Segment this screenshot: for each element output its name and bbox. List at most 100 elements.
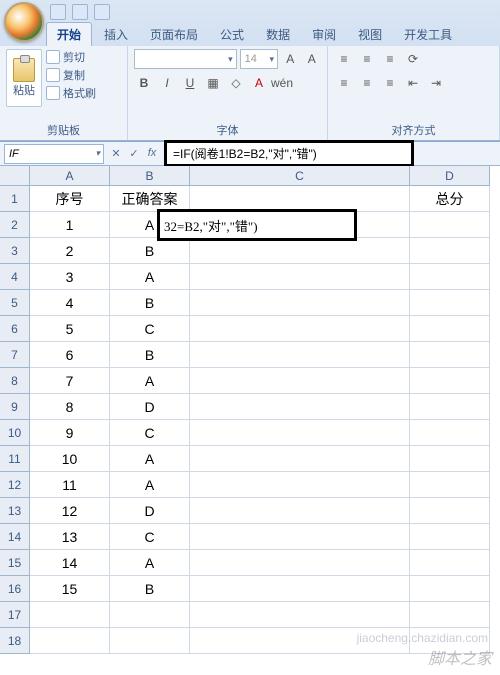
column-header[interactable]: B (110, 166, 190, 186)
column-header[interactable]: C (190, 166, 410, 186)
tab-开发工具[interactable]: 开发工具 (394, 23, 462, 46)
row-header[interactable]: 14 (0, 524, 30, 550)
font-size-select[interactable]: 14 (240, 49, 278, 69)
cell[interactable] (410, 394, 490, 420)
cell[interactable]: B (110, 576, 190, 602)
cell[interactable]: A (110, 368, 190, 394)
cell[interactable] (410, 212, 490, 238)
copy-button[interactable]: 复制 (46, 67, 96, 83)
enter-formula-button[interactable]: ✓ (126, 147, 142, 160)
cell[interactable]: 2 (30, 238, 110, 264)
cell[interactable] (410, 238, 490, 264)
cell[interactable]: 5 (30, 316, 110, 342)
tab-视图[interactable]: 视图 (348, 23, 392, 46)
cancel-formula-button[interactable]: ✕ (108, 147, 124, 160)
cell[interactable]: C (110, 420, 190, 446)
cell[interactable]: C (110, 524, 190, 550)
font-color-button[interactable]: A (249, 73, 269, 93)
cell[interactable] (190, 394, 410, 420)
cell[interactable]: A (110, 550, 190, 576)
cell[interactable] (410, 472, 490, 498)
cell[interactable] (190, 290, 410, 316)
row-header[interactable]: 4 (0, 264, 30, 290)
name-box[interactable]: IF (4, 144, 104, 164)
row-header[interactable]: 7 (0, 342, 30, 368)
cell[interactable] (410, 420, 490, 446)
cell[interactable] (410, 628, 490, 654)
row-header[interactable]: 2 (0, 212, 30, 238)
increase-indent-button[interactable]: ⇥ (426, 73, 446, 93)
cell[interactable] (110, 628, 190, 654)
cell[interactable]: A (110, 472, 190, 498)
tab-页面布局[interactable]: 页面布局 (140, 23, 208, 46)
save-icon[interactable] (50, 4, 66, 20)
cell[interactable]: 3 (30, 264, 110, 290)
fx-button[interactable]: fx (144, 147, 160, 160)
cell[interactable]: 9 (30, 420, 110, 446)
row-header[interactable]: 6 (0, 316, 30, 342)
phonetic-button[interactable]: wén (272, 73, 292, 93)
cell[interactable] (190, 420, 410, 446)
align-right-button[interactable]: ≡ (380, 73, 400, 93)
tab-插入[interactable]: 插入 (94, 23, 138, 46)
cell[interactable]: 4 (30, 290, 110, 316)
cell[interactable] (30, 628, 110, 654)
cell[interactable] (410, 342, 490, 368)
select-all-corner[interactable] (0, 166, 30, 186)
grow-font-button[interactable]: A (281, 49, 300, 69)
cell[interactable] (190, 264, 410, 290)
cell[interactable]: 11 (30, 472, 110, 498)
align-top-button[interactable]: ≡ (334, 49, 354, 69)
row-header[interactable]: 11 (0, 446, 30, 472)
border-button[interactable]: ▦ (203, 73, 223, 93)
cell[interactable]: D (110, 394, 190, 420)
cell[interactable] (190, 524, 410, 550)
tab-数据[interactable]: 数据 (256, 23, 300, 46)
cell[interactable] (410, 290, 490, 316)
cell[interactable]: 总分 (410, 186, 490, 212)
cell[interactable] (410, 576, 490, 602)
cell[interactable]: 15 (30, 576, 110, 602)
redo-icon[interactable] (94, 4, 110, 20)
cell[interactable] (410, 316, 490, 342)
row-header[interactable]: 5 (0, 290, 30, 316)
cell[interactable] (190, 472, 410, 498)
cell[interactable] (30, 602, 110, 628)
underline-button[interactable]: U (180, 73, 200, 93)
cell[interactable] (410, 550, 490, 576)
cell[interactable]: 10 (30, 446, 110, 472)
cell[interactable] (190, 342, 410, 368)
undo-icon[interactable] (72, 4, 88, 20)
italic-button[interactable]: I (157, 73, 177, 93)
align-left-button[interactable]: ≡ (334, 73, 354, 93)
cell[interactable]: B (110, 290, 190, 316)
cell[interactable]: 14 (30, 550, 110, 576)
tab-审阅[interactable]: 审阅 (302, 23, 346, 46)
cell[interactable]: 6 (30, 342, 110, 368)
cell[interactable]: 1 (30, 212, 110, 238)
font-family-select[interactable] (134, 49, 237, 69)
cell[interactable]: B (110, 342, 190, 368)
row-header[interactable]: 1 (0, 186, 30, 212)
cell[interactable] (190, 446, 410, 472)
office-button[interactable] (4, 2, 44, 42)
cell[interactable] (410, 264, 490, 290)
cell[interactable]: 13 (30, 524, 110, 550)
tab-公式[interactable]: 公式 (210, 23, 254, 46)
cell[interactable] (190, 316, 410, 342)
row-header[interactable]: 18 (0, 628, 30, 654)
formula-bar-input[interactable]: =IF(阅卷1!B2=B2,"对","错") (164, 140, 414, 167)
row-header[interactable]: 3 (0, 238, 30, 264)
cell[interactable] (410, 498, 490, 524)
cell[interactable] (410, 368, 490, 394)
cell[interactable]: 7 (30, 368, 110, 394)
cell[interactable]: B (110, 238, 190, 264)
row-header[interactable]: 8 (0, 368, 30, 394)
cell[interactable] (410, 524, 490, 550)
align-middle-button[interactable]: ≡ (357, 49, 377, 69)
tab-开始[interactable]: 开始 (46, 22, 92, 46)
cell[interactable]: C (110, 316, 190, 342)
cell[interactable] (190, 602, 410, 628)
row-header[interactable]: 17 (0, 602, 30, 628)
cell[interactable] (410, 446, 490, 472)
